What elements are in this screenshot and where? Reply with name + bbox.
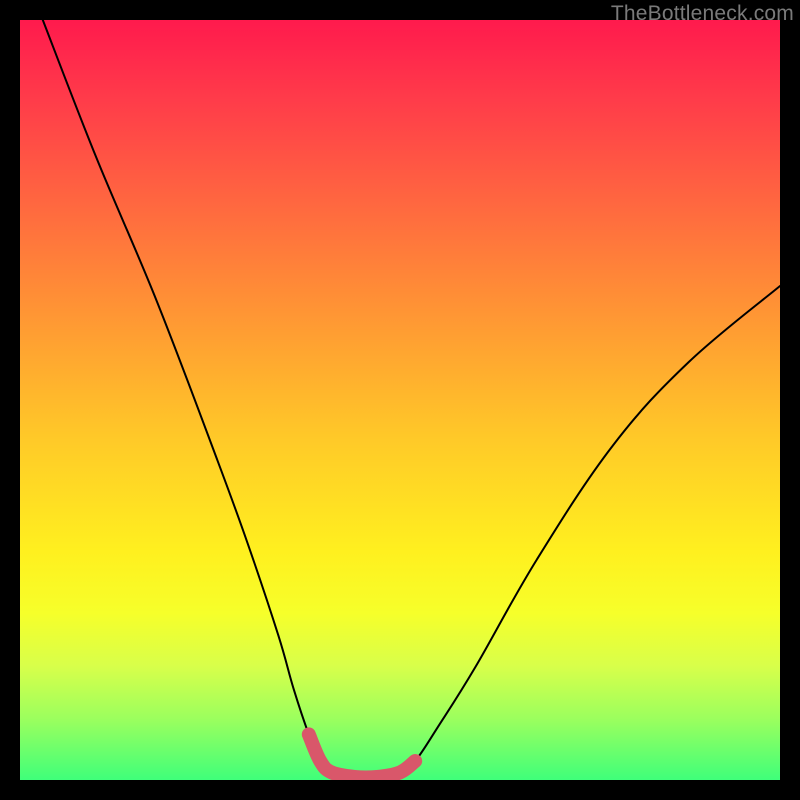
highlight-trough-path	[309, 734, 415, 777]
bottleneck-curve-path	[43, 20, 780, 778]
watermark-text: TheBottleneck.com	[611, 2, 794, 26]
chart-frame: TheBottleneck.com	[0, 0, 800, 800]
curve-overlay	[20, 20, 780, 780]
